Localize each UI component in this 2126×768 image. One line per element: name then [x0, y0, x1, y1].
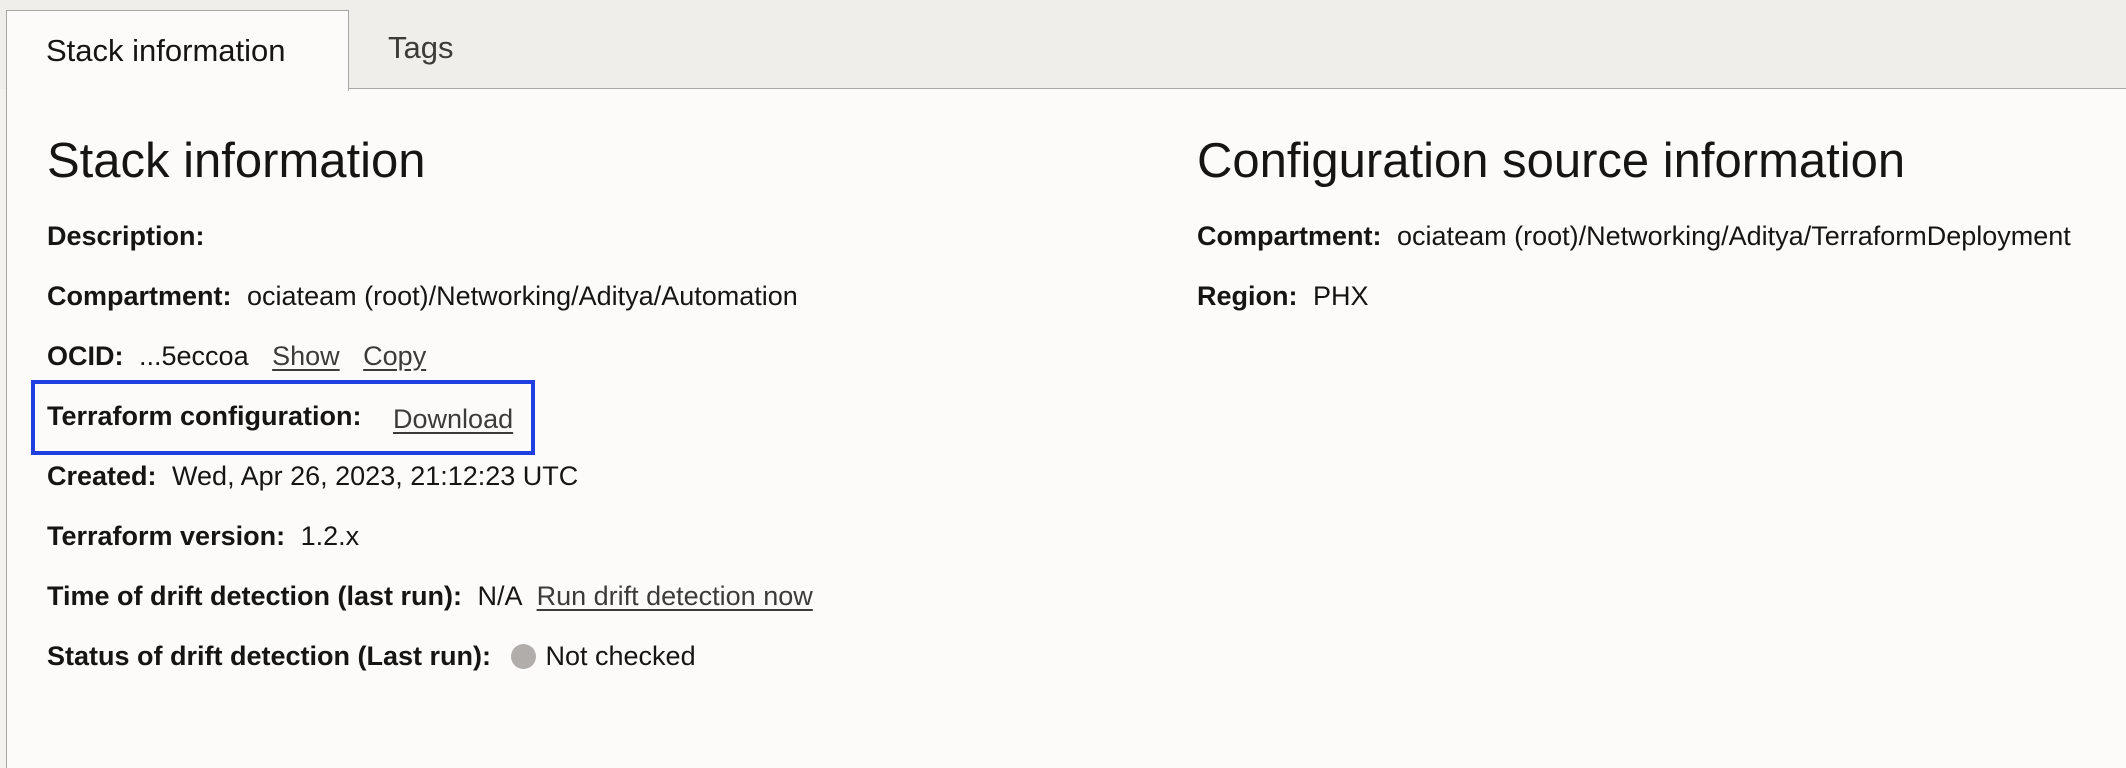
run-drift-detection-link[interactable]: Run drift detection now [537, 581, 813, 611]
tab-stack-information[interactable]: Stack information [6, 10, 349, 91]
created-value: Wed, Apr 26, 2023, 21:12:23 UTC [172, 461, 579, 491]
drift-status-value: Not checked [545, 641, 696, 671]
config-compartment-value: ociateam (root)/Networking/Aditya/Terraf… [1397, 221, 2071, 251]
created-label: Created: [47, 461, 157, 491]
drift-status-row: Status of drift detection (Last run): No… [47, 639, 696, 673]
tab-label: Tags [388, 30, 454, 65]
region-label: Region: [1197, 281, 1298, 311]
config-compartment-label: Compartment: [1197, 221, 1382, 251]
ocid-show-link[interactable]: Show [272, 341, 340, 371]
highlight-box [31, 380, 535, 455]
tab-bar: Stack information Tags [0, 0, 2126, 91]
section-heading: Stack information [47, 134, 426, 188]
created-row: Created: Wed, Apr 26, 2023, 21:12:23 UTC [47, 459, 578, 493]
description-row: Description: [47, 219, 205, 253]
region-value: PHX [1313, 281, 1369, 311]
status-dot-icon [510, 644, 536, 669]
terraform-version-row: Terraform version: 1.2.x [47, 519, 359, 553]
drift-time-value: N/A [477, 581, 522, 611]
drift-time-label: Time of drift detection (last run): [47, 581, 463, 611]
drift-time-row: Time of drift detection (last run): N/A … [47, 579, 813, 613]
region-row: Region: PHX [1197, 279, 1369, 313]
drift-status-label: Status of drift detection (Last run): [47, 641, 491, 671]
terraform-version-value: 1.2.x [300, 521, 360, 551]
compartment-value: ociateam (root)/Networking/Aditya/Automa… [247, 281, 798, 311]
compartment-row: Compartment: ociateam (root)/Networking/… [47, 279, 798, 313]
config-compartment-row: Compartment: ociateam (root)/Networking/… [1197, 219, 2071, 253]
ocid-copy-link[interactable]: Copy [363, 341, 426, 371]
ocid-label: OCID: [47, 341, 124, 371]
compartment-label: Compartment: [47, 281, 232, 311]
tab-label: Stack information [46, 33, 286, 68]
terraform-version-label: Terraform version: [47, 521, 286, 551]
section-heading: Configuration source information [1197, 134, 1906, 188]
ocid-row: OCID: ...5eccoa Show Copy [47, 339, 426, 373]
tab-tags[interactable]: Tags [388, 10, 453, 86]
ocid-value: ...5eccoa [139, 341, 249, 371]
description-label: Description: [47, 221, 205, 251]
